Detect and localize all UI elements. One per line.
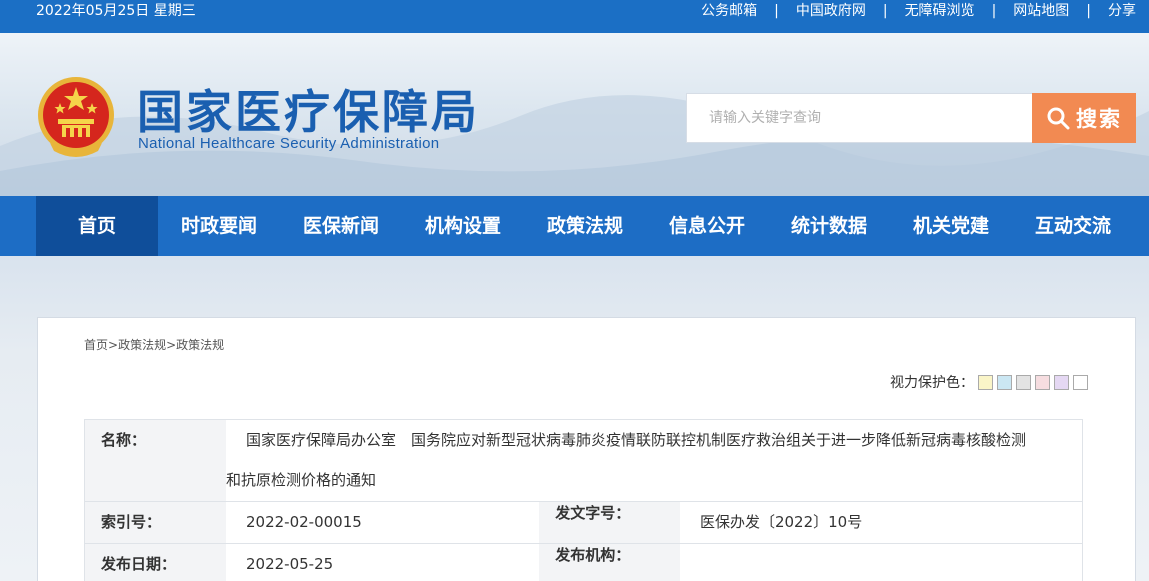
swatch-purple[interactable] <box>1054 374 1069 390</box>
search-input[interactable]: 请输入关键字查询 <box>686 93 1033 143</box>
link-sitemap[interactable]: 网站地图 <box>1013 0 1069 22</box>
meta-value-name: 国家医疗保障局办公室 国务院应对新型冠状病毒肺炎疫情联防联控机制医疗救治组关于进… <box>226 420 1082 501</box>
link-accessibility[interactable]: 无障碍浏览 <box>905 0 975 22</box>
site-header: 国家医疗保障局 National Healthcare Security Adm… <box>0 33 1149 196</box>
meta-label-docno: 发文字号： <box>539 502 680 543</box>
breadcrumb: 首页>政策法规>政策法规 <box>84 336 224 353</box>
search-button[interactable]: 搜索 <box>1032 93 1136 143</box>
nav-item-disclosure[interactable]: 信息公开 <box>646 196 768 256</box>
site-title-chinese: 国家医疗保障局 <box>137 85 480 139</box>
nav-item-current-affairs[interactable]: 时政要闻 <box>158 196 280 256</box>
main-nav: 首页 时政要闻 医保新闻 机构设置 政策法规 信息公开 统计数据 机关党建 互动… <box>0 196 1149 256</box>
meta-row-date: 发布日期： 2022-05-25 发布机构： <box>85 544 1082 581</box>
content-panel: 首页>政策法规>政策法规 视力保护色： 名称： 国家医疗保障局办公室 国务院应对… <box>37 317 1136 581</box>
breadcrumb-separator: > <box>166 338 177 352</box>
meta-label-date: 发布日期： <box>85 544 226 581</box>
swatch-blue[interactable] <box>997 374 1012 390</box>
swatch-white[interactable] <box>1073 374 1088 390</box>
swatch-yellow[interactable] <box>978 374 993 390</box>
nav-item-home[interactable]: 首页 <box>36 196 158 256</box>
nav-item-healthcare-news[interactable]: 医保新闻 <box>280 196 402 256</box>
link-official-mail[interactable]: 公务邮箱 <box>701 0 757 22</box>
breadcrumb-policies-current[interactable]: 政策法规 <box>176 338 224 352</box>
eye-protection-label: 视力保护色： <box>890 375 974 391</box>
top-links: 公务邮箱 | 中国政府网 | 无障碍浏览 | 网站地图 | 分享 <box>701 0 1136 22</box>
search-button-label: 搜索 <box>1076 107 1122 131</box>
meta-value-org <box>680 544 1082 581</box>
meta-label-name: 名称： <box>85 420 226 501</box>
swatch-pink[interactable] <box>1035 374 1050 390</box>
current-date: 2022年05月25日 星期三 <box>36 3 196 19</box>
separator: | <box>1086 3 1091 19</box>
breadcrumb-policies[interactable]: 政策法规 <box>118 338 166 352</box>
meta-label-org: 发布机构： <box>539 544 680 581</box>
link-share[interactable]: 分享 <box>1108 0 1136 22</box>
meta-value-date: 2022-05-25 <box>246 555 334 573</box>
national-emblem-icon <box>38 77 114 157</box>
magnifier-icon <box>1047 107 1070 130</box>
nav-item-policies[interactable]: 政策法规 <box>524 196 646 256</box>
meta-label-index: 索引号： <box>85 502 226 543</box>
document-title-line2: 和抗原检测价格的通知 <box>226 471 377 489</box>
document-meta-table: 名称： 国家医疗保障局办公室 国务院应对新型冠状病毒肺炎疫情联防联控机制医疗救治… <box>84 419 1083 581</box>
separator: | <box>991 3 997 19</box>
meta-row-index: 索引号： 2022-02-00015 发文字号： 医保办发〔2022〕10号 <box>85 502 1082 544</box>
meta-value-index: 2022-02-00015 <box>246 513 362 531</box>
separator: | <box>774 3 779 19</box>
link-gov-portal[interactable]: 中国政府网 <box>796 0 866 22</box>
nav-item-interaction[interactable]: 互动交流 <box>1012 196 1134 256</box>
meta-value-docno: 医保办发〔2022〕10号 <box>699 513 863 531</box>
nav-item-party-building[interactable]: 机关党建 <box>890 196 1012 256</box>
document-title-line1: 国家医疗保障局办公室 国务院应对新型冠状病毒肺炎疫情联防联控机制医疗救治组关于进… <box>246 431 1027 449</box>
top-utility-bar: 2022年05月25日 星期三 公务邮箱 | 中国政府网 | 无障碍浏览 | 网… <box>0 0 1149 33</box>
eye-protection-colors: 视力保护色： <box>890 372 1088 392</box>
nav-item-organization[interactable]: 机构设置 <box>402 196 524 256</box>
site-title-english: National Healthcare Security Administrat… <box>138 135 440 152</box>
separator: | <box>882 3 888 19</box>
breadcrumb-separator: > <box>108 338 119 352</box>
breadcrumb-home[interactable]: 首页 <box>84 338 108 352</box>
swatch-gray[interactable] <box>1016 374 1031 390</box>
meta-row-name: 名称： 国家医疗保障局办公室 国务院应对新型冠状病毒肺炎疫情联防联控机制医疗救治… <box>85 420 1082 502</box>
nav-item-statistics[interactable]: 统计数据 <box>768 196 890 256</box>
